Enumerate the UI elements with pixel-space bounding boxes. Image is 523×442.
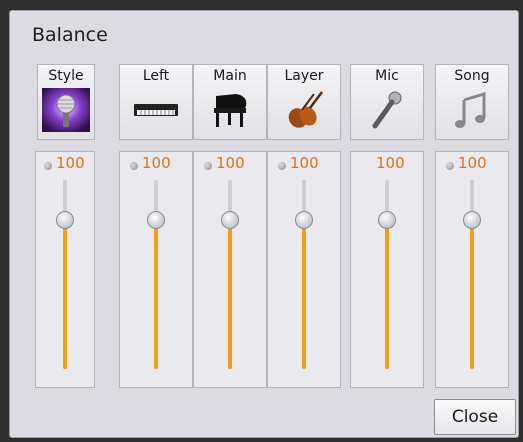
dialog-title: Balance xyxy=(32,24,108,46)
channel-value: 100 xyxy=(290,154,319,172)
slider-fill xyxy=(228,220,232,369)
slider-fill xyxy=(302,220,306,369)
channel-value: 100 xyxy=(142,154,171,172)
violin-icon xyxy=(280,88,328,132)
slider-knob[interactable] xyxy=(463,211,481,229)
channel-label: Left xyxy=(142,68,170,84)
slider-fill xyxy=(63,220,67,369)
slider-knob[interactable] xyxy=(295,211,313,229)
channel-strip-layer: 100 xyxy=(267,151,341,388)
keyboard-icon xyxy=(132,88,180,132)
channel-label: Song xyxy=(454,68,490,84)
slider-knob[interactable] xyxy=(221,211,239,229)
channel-header-layer[interactable]: Layer xyxy=(267,64,341,140)
channel-strip-mic: 100 xyxy=(350,151,424,388)
channel-label: Style xyxy=(48,68,84,84)
balance-dialog: Balance Style Left Main Layer Mic Song 1… xyxy=(9,10,519,438)
slider-fill xyxy=(385,220,389,369)
volume-slider[interactable] xyxy=(63,180,67,369)
volume-slider[interactable] xyxy=(302,180,306,369)
channel-value: 100 xyxy=(216,154,245,172)
channel-value: 100 xyxy=(56,154,85,172)
grand-piano-icon xyxy=(206,88,254,132)
slider-fill xyxy=(470,220,474,369)
channel-strip-main: 100 xyxy=(193,151,267,388)
channel-header-main[interactable]: Main xyxy=(193,64,267,140)
channel-label: Layer xyxy=(284,68,324,84)
channel-strip-style: 100 xyxy=(35,151,95,388)
slider-fill xyxy=(154,220,158,369)
channel-led xyxy=(278,162,286,170)
channel-label: Main xyxy=(213,68,247,84)
style-microphone-icon xyxy=(42,88,90,132)
channel-led xyxy=(130,162,138,170)
volume-slider[interactable] xyxy=(154,180,158,369)
channel-header-style[interactable]: Style xyxy=(37,64,95,140)
channel-led xyxy=(204,162,212,170)
slider-knob[interactable] xyxy=(378,211,396,229)
volume-slider[interactable] xyxy=(470,180,474,369)
channel-header-left[interactable]: Left xyxy=(119,64,193,140)
channel-strip-left: 100 xyxy=(119,151,193,388)
music-note-icon xyxy=(448,88,496,132)
volume-slider[interactable] xyxy=(228,180,232,369)
channel-header-song[interactable]: Song xyxy=(435,64,509,140)
slider-knob[interactable] xyxy=(147,211,165,229)
microphone-icon xyxy=(363,88,411,132)
volume-slider[interactable] xyxy=(385,180,389,369)
channel-led xyxy=(446,162,454,170)
channel-led xyxy=(44,162,52,170)
slider-knob[interactable] xyxy=(56,211,74,229)
close-button[interactable]: Close xyxy=(434,399,516,435)
channel-strip-song: 100 xyxy=(435,151,509,388)
channel-header-mic[interactable]: Mic xyxy=(350,64,424,140)
channel-value: 100 xyxy=(376,154,405,172)
channel-value: 100 xyxy=(458,154,487,172)
channel-label: Mic xyxy=(375,68,399,84)
